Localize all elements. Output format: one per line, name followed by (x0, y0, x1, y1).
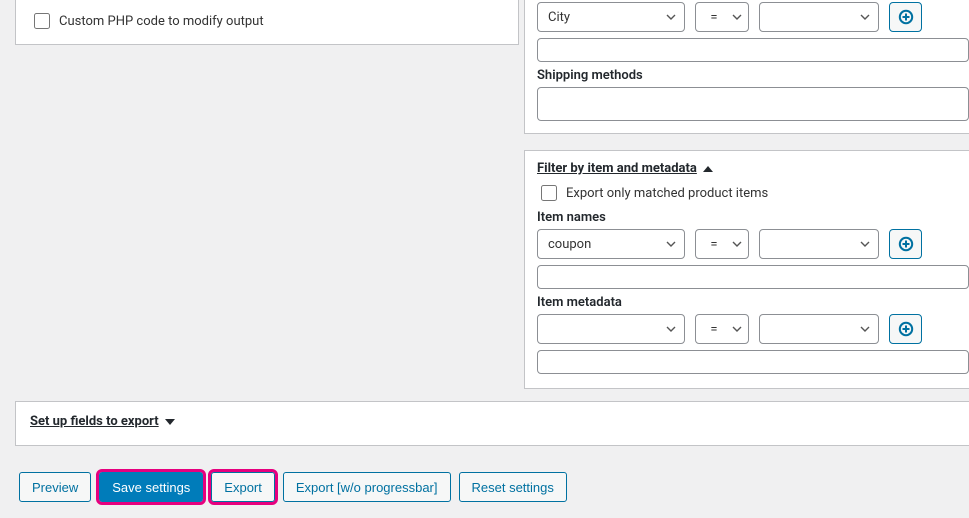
chevron-down-icon (732, 326, 742, 332)
export-matched-label: Export only matched product items (566, 186, 768, 201)
filter-item-section-toggle[interactable]: Filter by item and metadata (537, 161, 713, 176)
action-buttons-row: Preview Save settings Export Export [w/o… (19, 472, 567, 502)
shipping-methods-input[interactable] (537, 87, 969, 121)
item-names-rules-list[interactable] (537, 265, 969, 289)
chevron-down-icon (666, 241, 676, 247)
item-names-value-select[interactable] (759, 229, 879, 259)
item-metadata-add-rule-button[interactable] (889, 314, 922, 344)
export-matched-checkbox[interactable] (541, 185, 557, 201)
save-settings-button[interactable]: Save settings (99, 472, 203, 502)
plus-circle-icon (898, 236, 914, 252)
city-field-select[interactable]: City (537, 2, 685, 32)
chevron-down-icon (860, 241, 870, 247)
misc-settings-panel: Custom PHP code to modify output (15, 0, 519, 45)
custom-php-label: Custom PHP code to modify output (59, 14, 264, 29)
chevron-down-icon (860, 326, 870, 332)
item-metadata-field-select[interactable] (537, 314, 685, 344)
chevron-down-icon (666, 326, 676, 332)
caret-up-icon (703, 166, 713, 172)
custom-php-row: Custom PHP code to modify output (30, 10, 508, 32)
preview-button[interactable]: Preview (19, 472, 91, 502)
chevron-down-icon (666, 14, 676, 20)
chevron-down-icon (732, 14, 742, 20)
reset-settings-button[interactable]: Reset settings (459, 472, 567, 502)
filter-shipping-panel: City = Shipping methods (524, 0, 969, 134)
item-names-add-rule-button[interactable] (889, 229, 922, 259)
shipping-methods-label: Shipping methods (537, 68, 969, 83)
custom-php-checkbox[interactable] (34, 13, 50, 29)
fields-to-export-toggle[interactable]: Set up fields to export (30, 414, 175, 429)
export-button[interactable]: Export (211, 472, 275, 502)
item-metadata-label: Item metadata (537, 295, 969, 310)
chevron-down-icon (860, 14, 870, 20)
item-names-label: Item names (537, 210, 969, 225)
caret-down-icon (165, 419, 175, 425)
city-operator-select[interactable]: = (695, 2, 749, 32)
item-names-field-select[interactable]: coupon (537, 229, 685, 259)
item-metadata-operator-select[interactable]: = (695, 314, 749, 344)
city-rules-list[interactable] (537, 38, 969, 62)
export-no-progressbar-button[interactable]: Export [w/o progressbar] (283, 472, 451, 502)
city-value-select[interactable] (759, 2, 879, 32)
filter-item-panel: Filter by item and metadata Export only … (524, 150, 969, 389)
item-metadata-rules-list[interactable] (537, 350, 969, 374)
city-field-label: City (548, 10, 570, 25)
item-metadata-value-select[interactable] (759, 314, 879, 344)
item-names-operator-select[interactable]: = (695, 229, 749, 259)
chevron-down-icon (732, 241, 742, 247)
export-matched-row: Export only matched product items (537, 182, 969, 204)
plus-circle-icon (898, 9, 914, 25)
city-add-rule-button[interactable] (889, 2, 922, 32)
plus-circle-icon (898, 321, 914, 337)
fields-to-export-panel: Set up fields to export (15, 401, 969, 446)
